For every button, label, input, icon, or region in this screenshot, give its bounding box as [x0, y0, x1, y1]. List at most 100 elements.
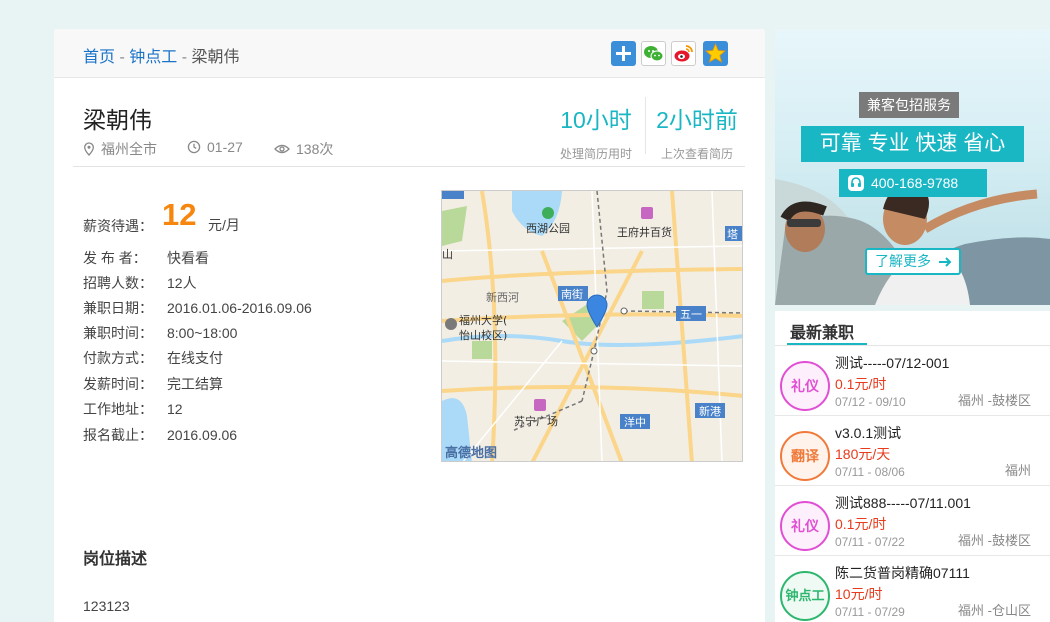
detail-value: 2016.01.06-2016.09.06 [167, 300, 312, 316]
breadcrumb-category-link[interactable]: 钟点工 [129, 49, 177, 66]
detail-key: 发 布 者： [83, 250, 147, 266]
map-label: 西湖公园 [526, 222, 570, 235]
detail-row: 发薪时间： 完工结算 [83, 374, 223, 394]
stat-value: 10小时 [560, 107, 632, 133]
detail-value: 在线支付 [167, 350, 223, 366]
map-label: 新港 [699, 404, 721, 418]
detail-key: 报名截止： [83, 427, 153, 443]
category-badge: 钟点工 [780, 571, 830, 621]
map-label: 塔 [727, 228, 738, 241]
map-label: 洋中 [624, 415, 646, 429]
map-label: 福州大学( [459, 313, 507, 327]
recruit-service-banner[interactable]: 兼客包招服务 可靠 专业 快速 省心 400-168-9788 了解更多 [775, 29, 1050, 305]
learn-more-label: 了解更多 [875, 253, 931, 269]
detail-value: 12 [167, 401, 183, 417]
job-item-title[interactable]: 测试-----07/12-001 [835, 353, 949, 373]
salary-unit: 元/月 [208, 217, 240, 233]
job-item-title[interactable]: 测试888-----07/11.001 [835, 493, 971, 513]
weibo-icon[interactable] [671, 41, 696, 66]
breadcrumb-current: 梁朝伟 [191, 49, 240, 66]
job-item-title[interactable]: 陈二货普岗精确07111 [835, 563, 970, 583]
banner-slogan: 可靠 专业 快速 省心 [801, 126, 1024, 162]
job-item-location: 福州 -鼓楼区 [958, 393, 1031, 408]
detail-row: 报名截止： 2016.09.06 [83, 425, 237, 445]
mall-poi-icon [641, 207, 653, 219]
detail-key: 付款方式： [83, 350, 153, 366]
breadcrumb: 首页 - 钟点工 - 梁朝伟 [83, 43, 239, 67]
map-logo: 高德地图 [445, 445, 497, 461]
latest-job-item[interactable]: 翻译 v3.0.1测试 180元/天 07/11 - 08/06 福州 [775, 416, 1050, 486]
header-divider [73, 166, 745, 167]
stat-divider [645, 97, 646, 154]
map-label: 怡山校区) [459, 328, 507, 342]
job-item-dates: 07/11 - 07/29 [835, 605, 905, 619]
breadcrumb-home-link[interactable]: 首页 [83, 49, 115, 66]
detail-key: 招聘人数： [83, 275, 153, 291]
stat-label: 处理简历用时 [559, 147, 632, 161]
map-label: 五一 [680, 308, 702, 321]
map-label: 山 [442, 248, 453, 261]
detail-row: 兼职时间： 8:00~18:00 [83, 323, 237, 343]
eye-icon [274, 143, 290, 155]
stat-last-viewed: 2小时前 上次查看简历 [647, 101, 747, 162]
latest-job-item[interactable]: 礼仪 测试-----07/12-001 0.1元/时 07/12 - 09/10… [775, 346, 1050, 416]
breadcrumb-separator: - [177, 49, 192, 66]
qzone-star-icon[interactable] [703, 41, 728, 66]
park-poi-icon [542, 207, 554, 219]
job-item-title[interactable]: v3.0.1测试 [835, 423, 901, 443]
detail-row: 招聘人数： 12人 [83, 273, 197, 293]
job-title: 梁朝伟 [83, 107, 152, 133]
salary-amount: 12 [162, 197, 197, 232]
detail-row: 兼职日期： 2016.01.06-2016.09.06 [83, 298, 312, 318]
job-views: 138次 [274, 139, 333, 159]
location-text: 福州全市 [101, 141, 157, 157]
detail-row: 发 布 者： 快看看 [83, 248, 209, 268]
stat-value: 2小时前 [656, 107, 738, 133]
stat-resume-handling: 10小时 处理简历用时 [546, 101, 646, 162]
job-item-location: 福州 -仓山区 [958, 603, 1031, 618]
detail-value: 完工结算 [167, 376, 223, 392]
banner-tag: 兼客包招服务 [859, 92, 959, 118]
detail-value: 12人 [167, 275, 197, 291]
job-item-location: 福州 -鼓楼区 [958, 533, 1031, 548]
breadcrumb-separator: - [115, 49, 130, 66]
detail-key: 工作地址： [83, 401, 153, 417]
latest-job-item[interactable]: 礼仪 测试888-----07/11.001 0.1元/时 07/11 - 07… [775, 486, 1050, 556]
latest-jobs-panel: 最新兼职 礼仪 测试-----07/12-001 0.1元/时 07/12 - … [775, 311, 1050, 622]
wechat-icon[interactable] [641, 41, 666, 66]
detail-value: 2016.09.06 [167, 427, 238, 443]
description-heading: 岗位描述 [83, 551, 148, 568]
category-badge: 礼仪 [780, 501, 830, 551]
detail-key: 发薪时间： [83, 376, 153, 392]
banner-phone: 400-168-9788 [839, 169, 987, 197]
phone-number: 400-168-9788 [871, 175, 959, 191]
clock-icon [187, 140, 201, 154]
latest-job-item[interactable]: 钟点工 陈二货普岗精确07111 10元/时 07/11 - 07/29 福州 … [775, 556, 1050, 622]
salary-label: 薪资待遇： [83, 218, 153, 234]
description-text: 123123 [83, 598, 130, 614]
map-label: 南街 [561, 287, 583, 301]
plus-share-icon[interactable] [611, 41, 636, 66]
location-map[interactable]: 西湖公园 王府井百货 塔 山 南街 新西河 福州大学( 怡山校区) 五一 苏宁广… [441, 190, 743, 462]
job-item-dates: 07/11 - 07/22 [835, 535, 905, 549]
job-location: 福州全市 [83, 139, 157, 159]
job-item-pay: 0.1元/时 [835, 516, 887, 532]
job-item-pay: 180元/天 [835, 446, 891, 462]
date-text: 01-27 [207, 139, 243, 155]
detail-row: 工作地址： 12 [83, 399, 183, 419]
category-badge: 翻译 [780, 431, 830, 481]
job-item-pay: 10元/时 [835, 586, 883, 602]
detail-key: 兼职日期： [83, 300, 153, 316]
detail-key: 兼职时间： [83, 325, 153, 341]
stat-label: 上次查看简历 [660, 147, 733, 161]
school-poi-icon [445, 318, 457, 330]
detail-value: 快看看 [167, 250, 209, 266]
location-pin-icon [83, 142, 95, 156]
job-item-pay: 0.1元/时 [835, 376, 887, 392]
map-label: 苏宁广场 [514, 414, 558, 428]
map-label: 新西河 [486, 290, 519, 304]
breadcrumb-bar: 首页 - 钟点工 - 梁朝伟 [54, 29, 765, 78]
learn-more-button[interactable]: 了解更多 [865, 248, 961, 275]
detail-row: 付款方式： 在线支付 [83, 348, 223, 368]
detail-value: 8:00~18:00 [167, 325, 238, 341]
